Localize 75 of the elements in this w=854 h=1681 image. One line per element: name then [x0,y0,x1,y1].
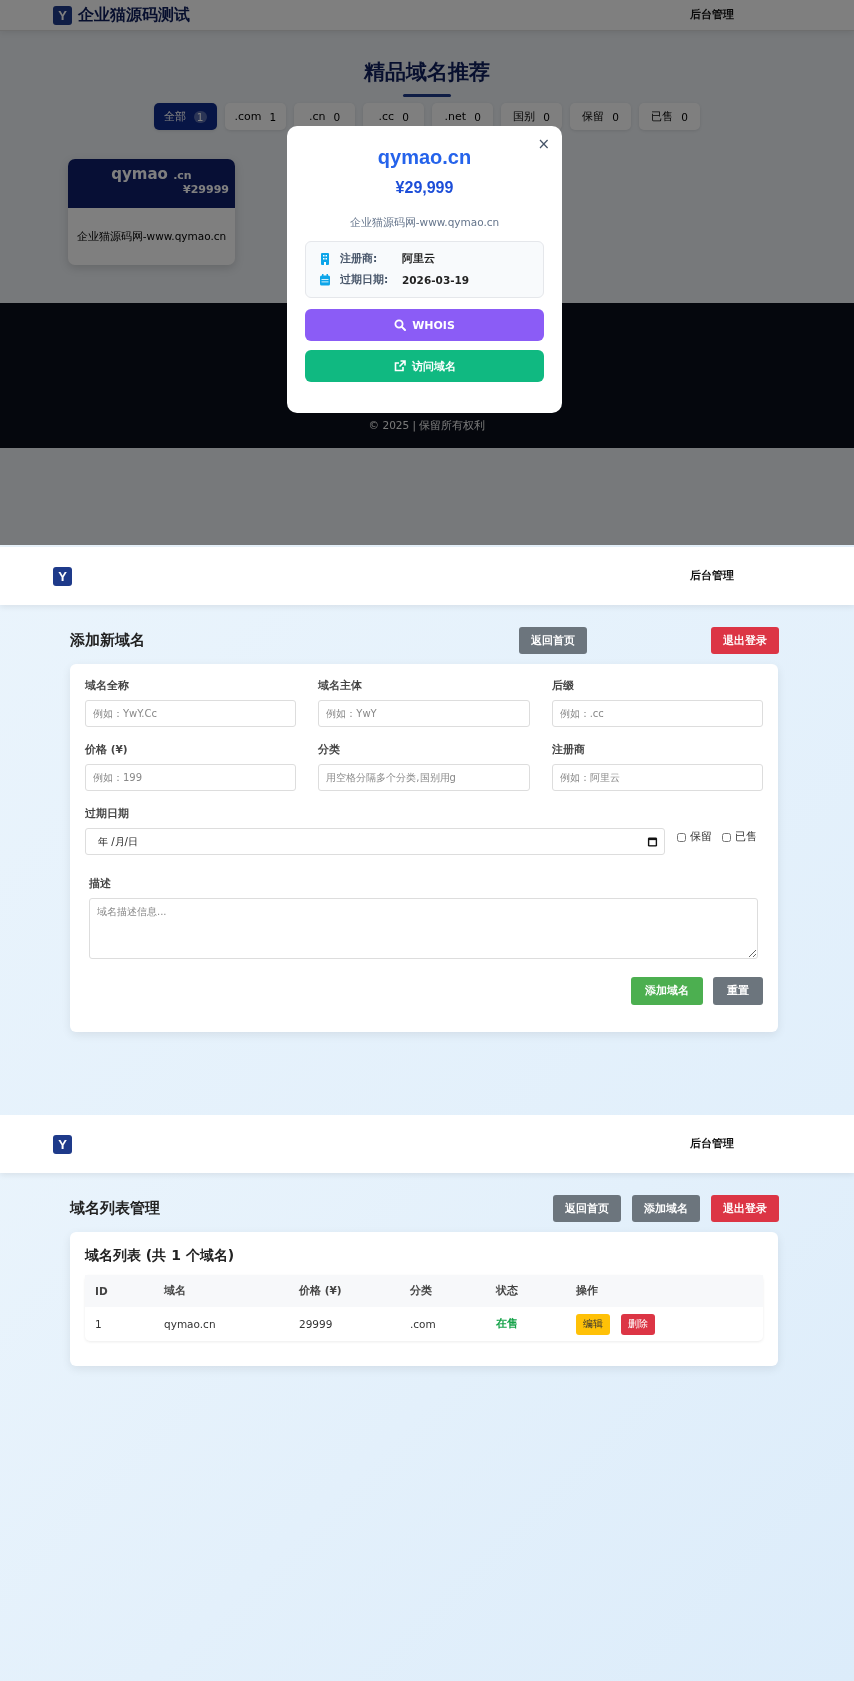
column-header: 状态 [494,1284,519,1298]
detail-value: 阿里云 [402,252,435,266]
input-field[interactable]: 例如：YwY.Cc [85,700,297,727]
page-title: 添加新域名 [70,631,146,650]
site-title: 企业猫源码测试 [78,4,190,26]
external-link-icon [393,360,406,372]
column-header: ID [94,1285,109,1297]
field-label: 后缀 [551,679,575,693]
checkbox-label: 已售 [735,830,757,844]
detail-value: 2026-03-19 [402,274,470,286]
table-cell-text: 1 [94,1318,103,1330]
detail-label: 注册商: [340,252,379,266]
field-label: 价格 (¥) [85,743,129,757]
dialog-title: qymao.cn [377,146,472,169]
building-icon [319,253,331,265]
close-button[interactable]: × [533,133,554,155]
field-label: 描述 [89,877,112,891]
action-button[interactable]: 返回首页 [553,1195,621,1222]
detail-label: 过期日期: [340,273,390,287]
logo-icon: Y [53,5,72,25]
table-cell-text: 29999 [298,1318,334,1330]
filter-tab[interactable]: .com 1 [224,103,287,130]
domain-card[interactable]: qymao .cn ¥29999 企业猫源码网-www.qymao.cn [68,159,235,265]
description-field[interactable]: 域名描述信息... [89,898,758,959]
input-field[interactable]: 用空格分隔多个分类,国别用g [318,764,530,791]
date-field[interactable]: 年 /月/日 [85,828,665,855]
filter-tab[interactable]: 已售 0 [639,103,701,130]
field-label: 过期日期 [85,807,130,821]
nav-link[interactable]: 后台管理 [690,1137,734,1151]
dialog-description: 企业猫源码网-www.qymao.cn [349,216,500,230]
action-button[interactable]: 退出登录 [711,627,779,654]
action-button[interactable]: 退出登录 [711,1195,779,1222]
row-action-button[interactable]: 删除 [621,1313,655,1335]
checkbox-label: 保留 [690,830,712,844]
input-field[interactable]: 例如：.cc [551,700,763,727]
field-label: 域名全称 [85,679,130,693]
domain-name: qymao .cn [111,165,192,183]
search-icon [394,319,407,331]
filter-tab[interactable]: 全部 1 [153,103,217,130]
input-field[interactable]: 例如：199 [85,764,297,791]
column-header: 操作 [575,1284,599,1298]
column-header: 域名 [163,1284,187,1298]
action-button[interactable]: 添加域名 [631,977,703,1005]
checkbox[interactable] [722,832,731,842]
table-title: 域名列表 (共 1 个域名) [85,1247,236,1265]
action-button[interactable]: 返回首页 [519,627,587,654]
status-text: 在售 [495,1317,519,1331]
heading-underline [403,94,451,97]
column-header: 分类 [409,1284,433,1298]
domain-description: 企业猫源码网-www.qymao.cn [75,228,228,244]
input-field[interactable]: 例如：阿里云 [551,764,763,791]
action-button[interactable]: 添加域名 [632,1195,700,1222]
logo-icon: Y [53,1134,72,1154]
field-label: 分类 [318,743,342,757]
nav-link[interactable]: 后台管理 [690,8,734,22]
filter-tab[interactable]: 保留 0 [570,103,632,130]
column-header: 价格 (¥) [298,1284,343,1298]
calendar-icon [319,274,331,286]
logo-icon: Y [53,566,72,586]
nav-link[interactable]: 后台管理 [690,569,734,583]
field-label: 域名主体 [318,679,364,693]
checkbox[interactable] [677,832,686,842]
input-field[interactable]: 例如：YwY [318,700,530,727]
row-action-button[interactable]: 编辑 [576,1313,610,1335]
table-cell-text: qymao.cn [163,1318,217,1330]
page-heading: 精品域名推荐 [364,59,490,86]
action-button[interactable]: 重置 [713,977,763,1005]
copyright-text: © 2025 | 保留所有权利 [368,419,486,433]
table-cell-text: .com [409,1318,437,1330]
domain-price: ¥29999 [183,183,230,196]
calendar-icon [647,836,658,847]
page-title: 域名列表管理 [70,1199,160,1218]
dialog-price: ¥29,999 [395,179,454,197]
whois-button[interactable]: WHOIS [305,309,544,341]
field-label: 注册商 [551,743,586,757]
